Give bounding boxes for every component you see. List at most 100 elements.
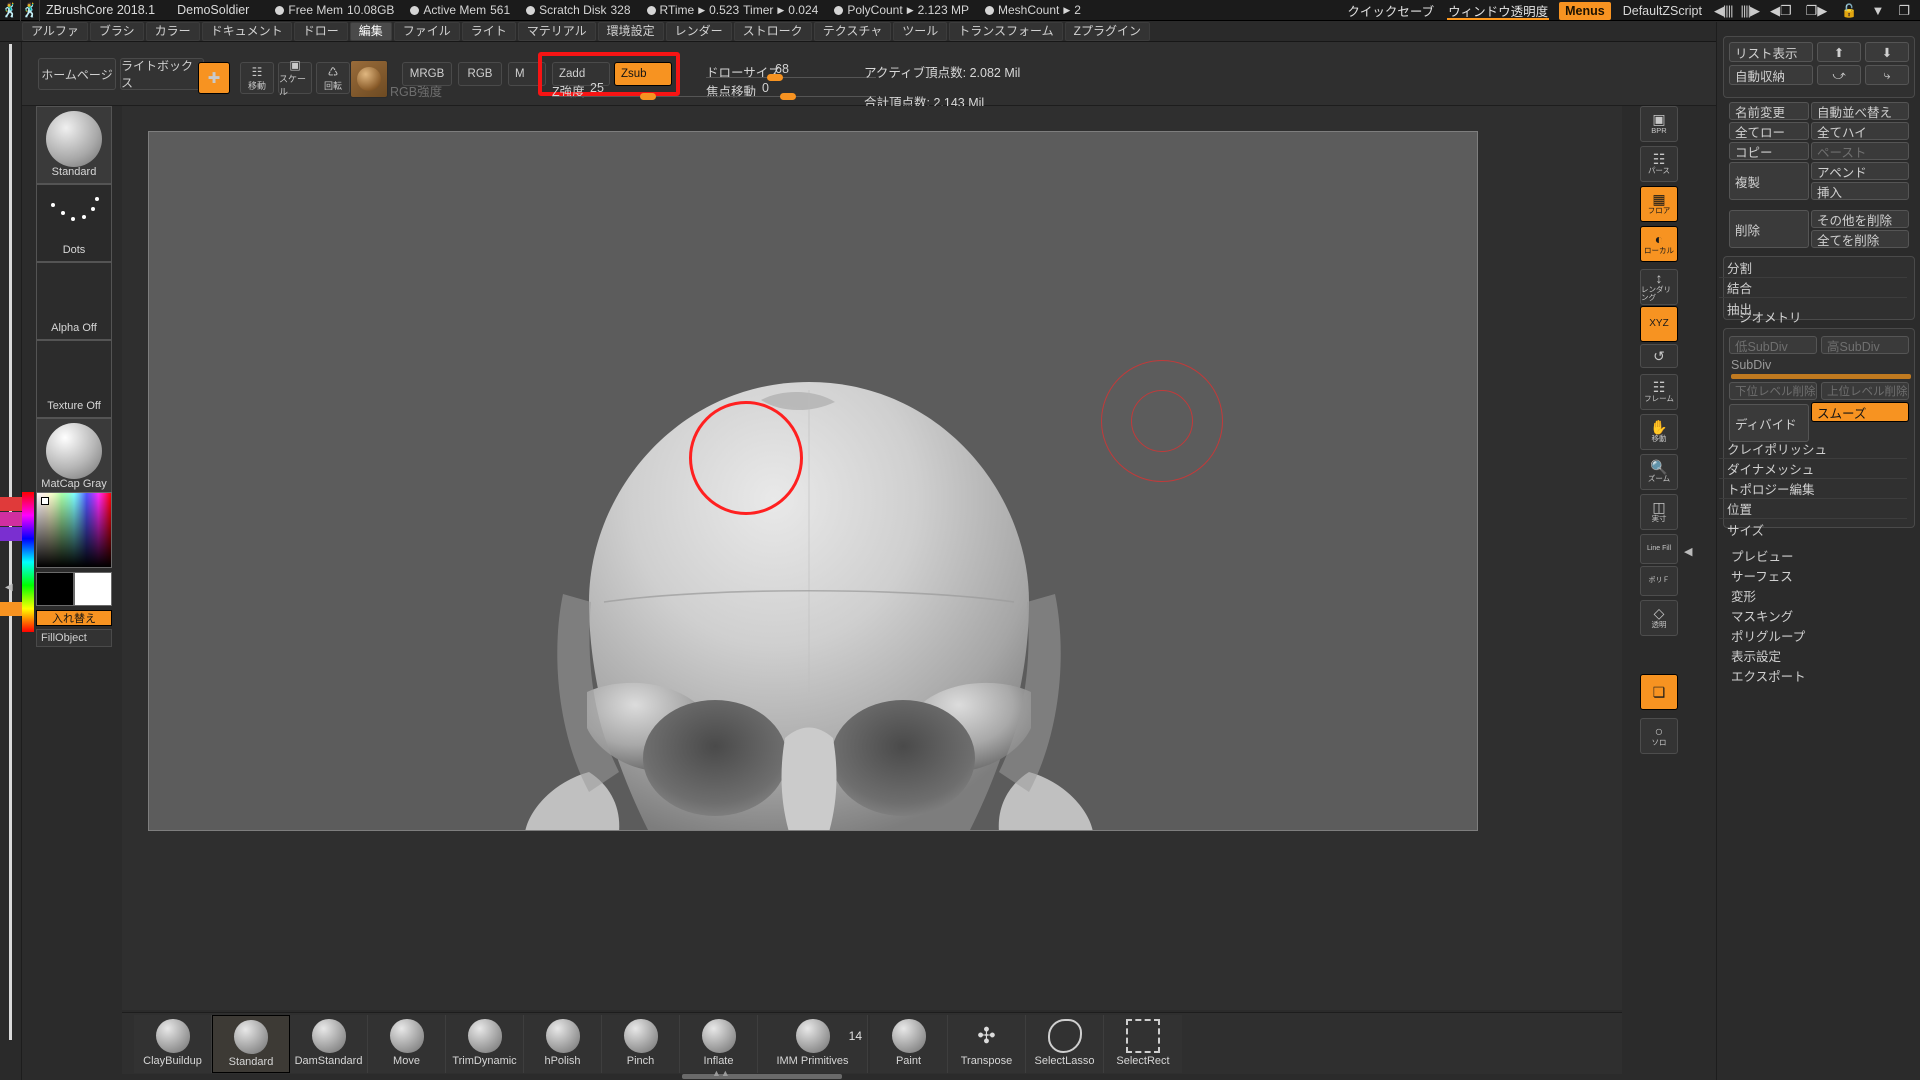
brush-selectlasso[interactable]: SelectLasso — [1026, 1015, 1104, 1073]
insert-button[interactable]: 挿入 — [1811, 182, 1909, 200]
move-tool-button[interactable]: ☷ 移動 — [240, 62, 274, 94]
menu-item-preferences[interactable]: 環境設定 — [597, 21, 664, 41]
draw-size-track[interactable] — [706, 77, 876, 78]
position-row[interactable]: 位置 — [1719, 499, 1907, 519]
rgb-button[interactable]: RGB — [458, 62, 502, 86]
split-row[interactable]: 分割 — [1719, 258, 1907, 278]
section-masking[interactable]: マスキング — [1731, 606, 1793, 625]
section-display-properties[interactable]: 表示設定 — [1731, 646, 1781, 665]
list-display-button[interactable]: リスト表示 — [1729, 42, 1813, 62]
brush-hpolish[interactable]: hPolish — [524, 1015, 602, 1073]
rotate-handle-icon[interactable]: ↺ — [1640, 344, 1678, 368]
section-deformation[interactable]: 変形 — [1731, 586, 1756, 605]
window-next-icon[interactable]: ❐▶ — [1799, 3, 1835, 19]
dynamesh-row[interactable]: ダイナメッシュ — [1719, 459, 1907, 479]
menu-item-stroke[interactable]: ストローク — [733, 21, 812, 41]
draw-pointer-icon[interactable]: ✚ — [198, 62, 230, 94]
brush-damstandard[interactable]: DamStandard — [290, 1015, 368, 1073]
move-hand-icon[interactable]: ✋ 移動 — [1640, 414, 1678, 450]
menu-item-file[interactable]: ファイル — [393, 21, 460, 41]
color-strip-purple[interactable] — [0, 527, 22, 541]
minimize-icon[interactable]: ▼ — [1864, 3, 1891, 18]
auto-reorder-button[interactable]: 自動並べ替え — [1811, 102, 1909, 120]
delete-higher-levels-button[interactable]: 上位レベル削除 — [1821, 382, 1909, 400]
bars-right-icon[interactable]: ||||▶ — [1736, 3, 1763, 19]
primary-color-swatch[interactable] — [74, 572, 112, 606]
swap-colors-button[interactable]: 入れ替え — [36, 610, 112, 626]
scale-zoom-icon[interactable]: 🔍 ズーム — [1640, 454, 1678, 490]
merge-row[interactable]: 結合 — [1719, 278, 1907, 298]
curve-down-icon[interactable]: ⤷ — [1865, 65, 1909, 85]
material-sphere-icon[interactable] — [350, 60, 388, 98]
copy-button[interactable]: コピー — [1729, 142, 1809, 160]
actual-size-icon[interactable]: ◫ 実寸 — [1640, 494, 1678, 530]
paste-button[interactable]: ペースト — [1811, 142, 1909, 160]
brush-inflate[interactable]: Inflate — [680, 1015, 758, 1073]
color-picker[interactable] — [36, 492, 112, 568]
lightbox-button[interactable]: ライトボックス — [120, 58, 204, 90]
solo-icon[interactable]: ○ ソロ — [1640, 718, 1678, 754]
all-high-button[interactable]: 全てハイ — [1811, 122, 1909, 140]
brush-selectrect[interactable]: SelectRect — [1104, 1015, 1182, 1073]
brush-pinch[interactable]: Pinch — [602, 1015, 680, 1073]
color-strip-magenta[interactable] — [0, 512, 22, 526]
xyz-axis-icon[interactable]: XYZ — [1640, 306, 1678, 342]
window-transparency-slider[interactable]: ウィンドウ透明度 — [1441, 1, 1555, 20]
z-intensity-knob[interactable] — [640, 93, 656, 100]
edit-topology-row[interactable]: トポロジー編集 — [1719, 479, 1907, 499]
arrow-down-icon[interactable]: ⬇ — [1865, 42, 1909, 62]
low-subdiv-button[interactable]: 低SubDiv — [1729, 336, 1817, 354]
menu-item-edit[interactable]: 編集 — [349, 21, 392, 41]
append-button[interactable]: アペンド — [1811, 162, 1909, 180]
menu-item-zplugin[interactable]: Zプラグイン — [1064, 21, 1150, 41]
menu-item-alpha[interactable]: アルファ — [22, 21, 88, 41]
menus-button[interactable]: Menus — [1559, 1, 1611, 20]
horizontal-scrollbar[interactable] — [682, 1074, 842, 1079]
delete-button[interactable]: 削除 — [1729, 210, 1809, 248]
polyframe-icon[interactable]: ポリＦ — [1640, 566, 1678, 596]
menu-item-light[interactable]: ライト — [461, 21, 516, 41]
chevron-up-icon[interactable]: ▲▲ — [712, 1068, 730, 1078]
secondary-color-swatch[interactable] — [36, 572, 74, 606]
m-button[interactable]: M — [508, 62, 546, 86]
window-prev-icon[interactable]: ◀❐ — [1763, 3, 1799, 19]
subdiv-slider-track[interactable] — [1731, 374, 1911, 379]
section-surface[interactable]: サーフェス — [1731, 566, 1793, 585]
brush-standard[interactable]: Standard — [212, 1015, 290, 1073]
curve-up-icon[interactable]: ⤻ — [1817, 65, 1861, 85]
z-intensity-track[interactable] — [552, 96, 722, 97]
menu-item-transform[interactable]: トランスフォーム — [949, 21, 1063, 41]
delete-all-button[interactable]: 全てを削除 — [1811, 230, 1909, 248]
frame-icon[interactable]: ☷ フレーム — [1640, 374, 1678, 410]
zbrush-logo-secondary-icon[interactable]: 🕺 — [20, 0, 40, 21]
focal-shift-knob[interactable] — [780, 93, 796, 100]
menu-item-tool[interactable]: ツール — [893, 21, 948, 41]
section-polygroups[interactable]: ポリグループ — [1731, 626, 1805, 645]
home-page-button[interactable]: ホームページ — [38, 58, 116, 90]
bars-left-icon[interactable]: ◀|||| — [1710, 3, 1737, 19]
menu-item-material[interactable]: マテリアル — [517, 21, 596, 41]
smooth-button[interactable]: スムーズ — [1811, 402, 1909, 422]
brush-trimdynamic[interactable]: TrimDynamic — [446, 1015, 524, 1073]
draw-size-knob[interactable] — [767, 74, 783, 81]
all-low-button[interactable]: 全てロー — [1729, 122, 1809, 140]
menu-item-texture[interactable]: テクスチャ — [813, 21, 892, 41]
rotate-tool-button[interactable]: ♺ 回転 — [316, 62, 350, 94]
duplicate-button[interactable]: 複製 — [1729, 162, 1809, 200]
auto-collapse-button[interactable]: 自動収納 — [1729, 65, 1813, 85]
zsub-button[interactable]: Zsub — [614, 62, 672, 86]
brush-imm-primitives[interactable]: IMM Primitives 14 — [758, 1015, 868, 1073]
fill-object-button[interactable]: FillObject — [36, 629, 112, 647]
bpr-icon[interactable]: ▣ BPR — [1640, 106, 1678, 142]
clay-polish-row[interactable]: クレイポリッシュ — [1719, 439, 1907, 459]
brush-move[interactable]: Move — [368, 1015, 446, 1073]
left-rail[interactable] — [9, 44, 12, 1040]
size-row[interactable]: サイズ — [1719, 519, 1907, 539]
divide-button[interactable]: ディバイド — [1729, 404, 1809, 442]
menu-item-document[interactable]: ドキュメント — [201, 21, 292, 41]
geometry-hd-icon[interactable]: ↕ レンダリング — [1640, 269, 1678, 305]
hue-bar[interactable] — [22, 492, 34, 632]
section-preview[interactable]: プレビュー — [1731, 546, 1794, 565]
transparent-icon[interactable]: ◇ 透明 — [1640, 600, 1678, 636]
line-fill-icon[interactable]: Line Fill — [1640, 534, 1678, 564]
